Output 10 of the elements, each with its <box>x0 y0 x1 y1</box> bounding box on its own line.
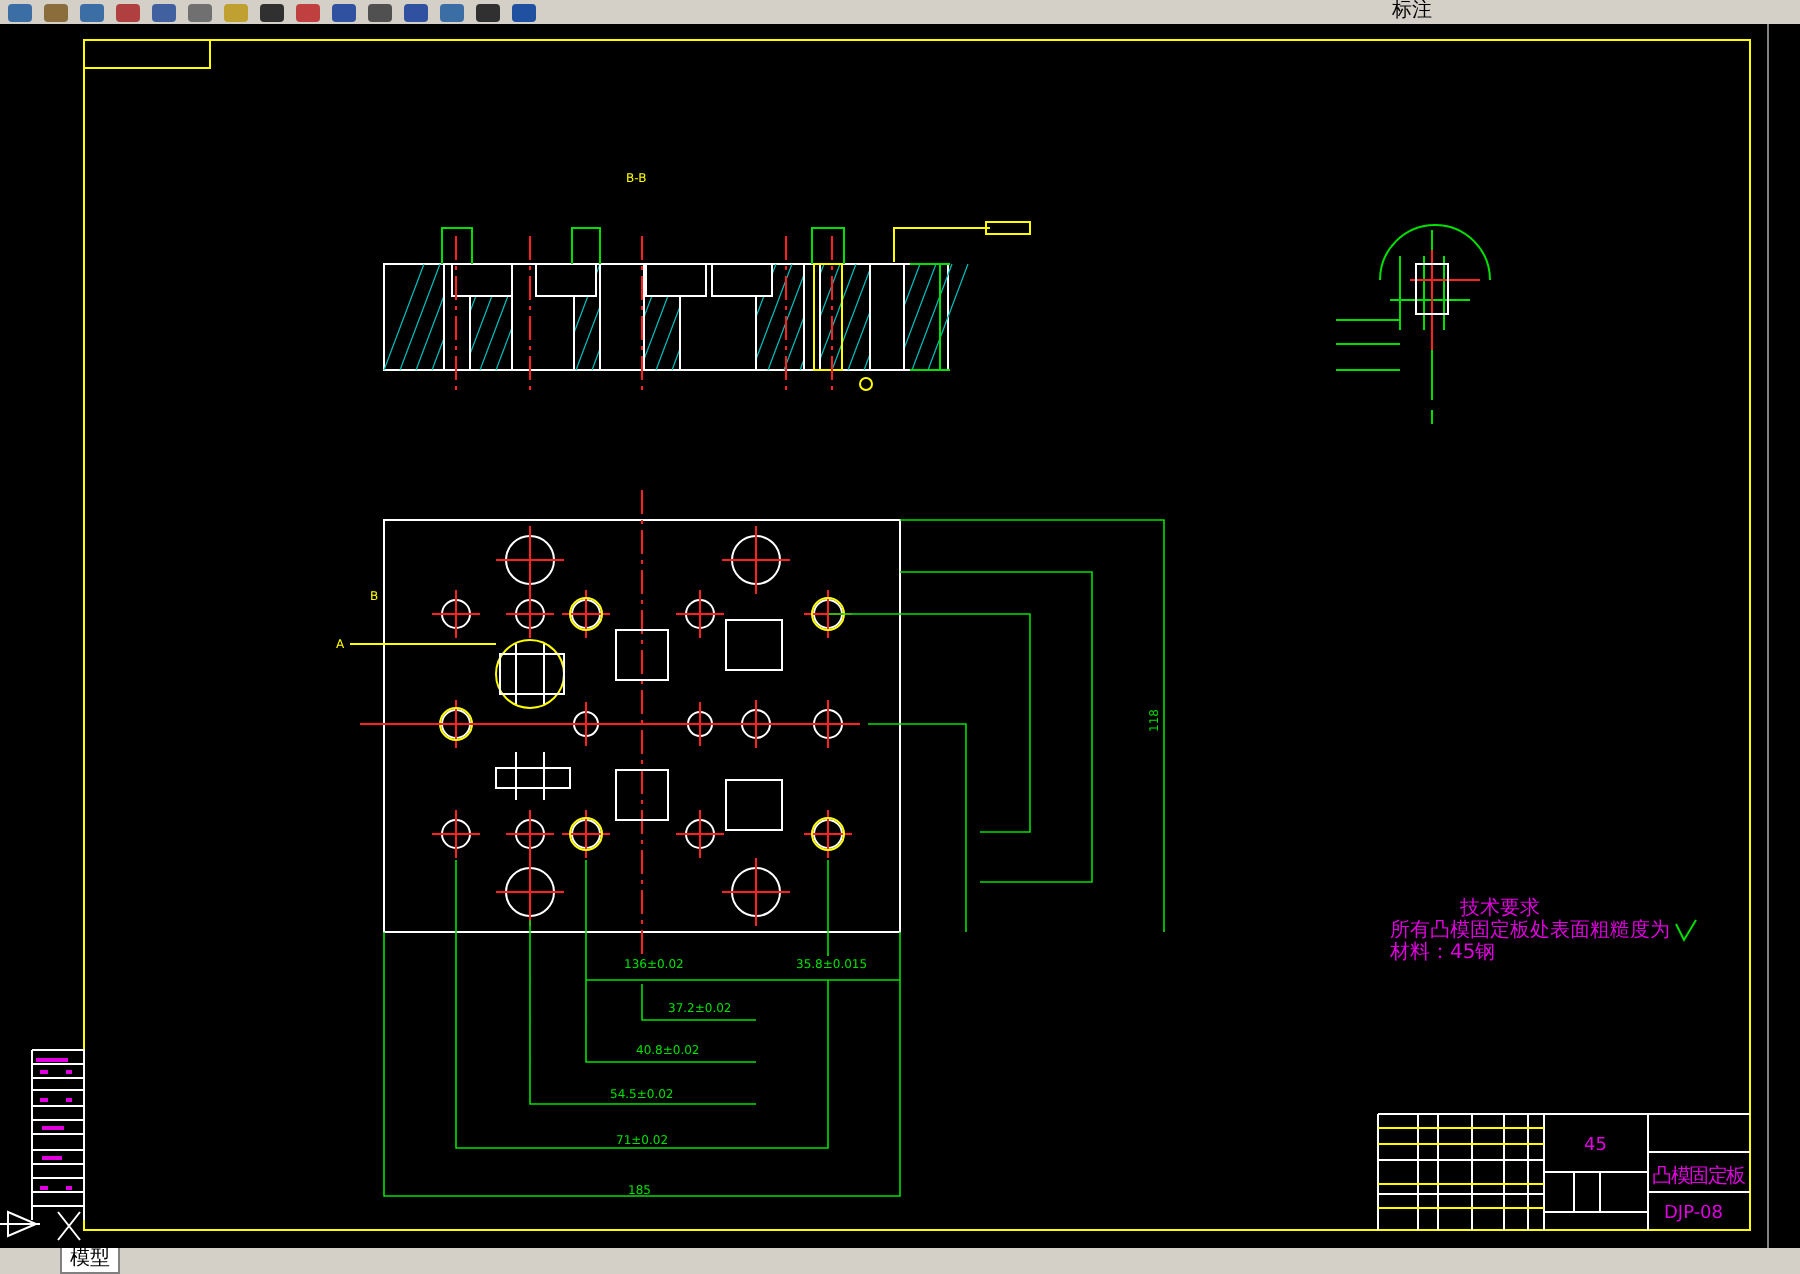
roughness-symbol-icon <box>1675 919 1697 943</box>
material-text: 45 <box>1584 1136 1607 1156</box>
requirements-text: 材料：45钢 <box>1390 942 1496 964</box>
cursor-crosshair-icon <box>57 1211 81 1241</box>
part-name: 凸模固定板 <box>1652 1166 1746 1188</box>
drawing-number: DJP-08 <box>1664 1204 1724 1224</box>
ucs-icon <box>0 1211 41 1237</box>
requirements-title: 技术要求 <box>1460 898 1540 920</box>
layout-tab[interactable]: 模型 <box>60 1246 120 1274</box>
requirements-text: 所有凸模固定板处表面粗糙度为 <box>1390 920 1670 942</box>
